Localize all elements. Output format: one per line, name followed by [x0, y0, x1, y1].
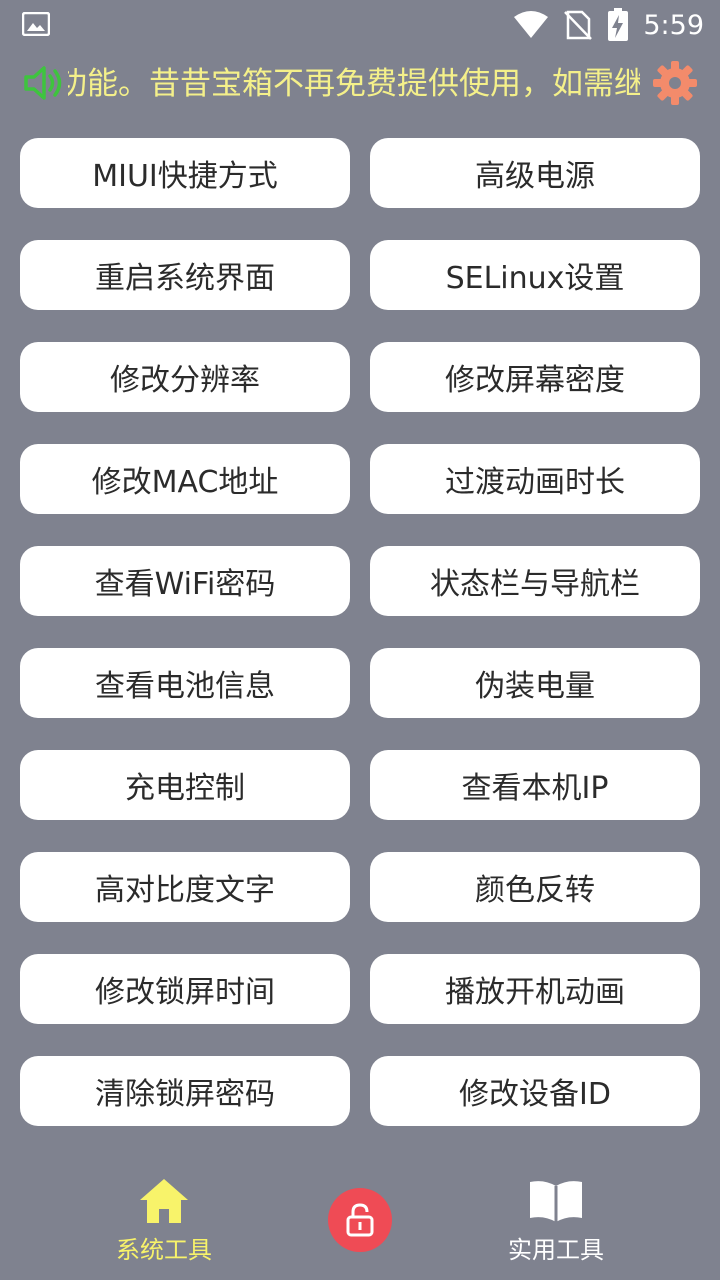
lockscreen-timeout-button[interactable]: 修改锁屏时间 [20, 954, 350, 1024]
nav-system-tools[interactable]: 系统工具 [64, 1178, 264, 1265]
battery-info-button[interactable]: 查看电池信息 [20, 648, 350, 718]
animation-duration-button[interactable]: 过渡动画时长 [370, 444, 700, 514]
bottom-navigation: 系统工具 实用工具 [0, 1160, 720, 1280]
nav-system-tools-label: 系统工具 [116, 1236, 212, 1264]
selinux-settings-button[interactable]: SELinux设置 [370, 240, 700, 310]
clear-lock-password-button[interactable]: 清除锁屏密码 [20, 1056, 350, 1126]
speaker-icon[interactable] [22, 62, 68, 104]
statusbar-navbar-button[interactable]: 状态栏与导航栏 [370, 546, 700, 616]
marquee-text: 功能。昔昔宝箱不再免费提供使用，如需继 [68, 66, 640, 102]
lock-icon [346, 1203, 374, 1237]
marquee-viewport: 功能。昔昔宝箱不再免费提供使用，如需继 [68, 52, 640, 116]
color-inversion-button[interactable]: 颜色反转 [370, 852, 700, 922]
change-resolution-button[interactable]: 修改分辨率 [20, 342, 350, 412]
charging-control-button[interactable]: 充电控制 [20, 750, 350, 820]
tool-button-grid: MIUI快捷方式 高级电源 重启系统界面 SELinux设置 修改分辨率 修改屏… [20, 138, 700, 1126]
boot-animation-button[interactable]: 播放开机动画 [370, 954, 700, 1024]
settings-gear-icon[interactable] [652, 60, 698, 106]
nav-utility-tools-label: 实用工具 [508, 1236, 604, 1264]
change-density-button[interactable]: 修改屏幕密度 [370, 342, 700, 412]
advanced-power-button[interactable]: 高级电源 [370, 138, 700, 208]
miui-shortcuts-button[interactable]: MIUI快捷方式 [20, 138, 350, 208]
nav-utility-tools[interactable]: 实用工具 [456, 1178, 656, 1265]
clock: 5:59 [643, 9, 704, 41]
change-mac-button[interactable]: 修改MAC地址 [20, 444, 350, 514]
image-icon [22, 12, 50, 36]
view-ip-button[interactable]: 查看本机IP [370, 750, 700, 820]
battery-charging-icon [608, 8, 629, 41]
lock-button[interactable] [328, 1188, 392, 1252]
no-sim-icon [564, 10, 593, 40]
home-icon [140, 1179, 188, 1223]
change-device-id-button[interactable]: 修改设备ID [370, 1056, 700, 1126]
status-bar: 5:59 [0, 0, 720, 50]
fake-battery-button[interactable]: 伪装电量 [370, 648, 700, 718]
book-icon [530, 1181, 582, 1222]
view-wifi-password-button[interactable]: 查看WiFi密码 [20, 546, 350, 616]
restart-systemui-button[interactable]: 重启系统界面 [20, 240, 350, 310]
status-icons: 5:59 [513, 6, 704, 44]
high-contrast-text-button[interactable]: 高对比度文字 [20, 852, 350, 922]
wifi-icon [514, 11, 549, 38]
announcement-bar: 功能。昔昔宝箱不再免费提供使用，如需继 [0, 52, 720, 116]
